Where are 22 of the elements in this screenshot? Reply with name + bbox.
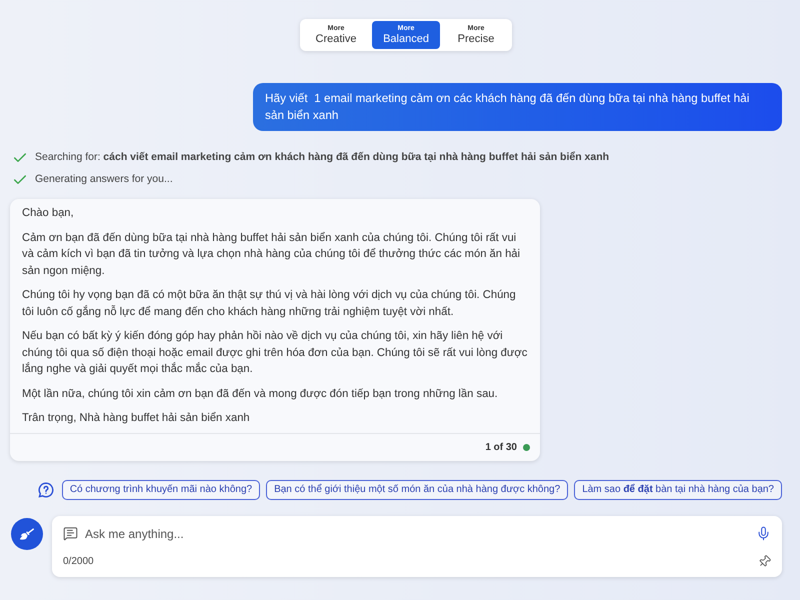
character-counter: 0/2000: [63, 554, 94, 568]
suggestion-chip[interactable]: Có chương trình khuyến mãi nào không?: [62, 480, 260, 500]
answer-paragraph: Trân trọng, Nhà hàng buffet hải sản biển xanh: [22, 411, 251, 426]
broom-icon: [20, 526, 34, 540]
chat-bubble-icon: [63, 526, 78, 541]
user-message-bubble: Hãy viết 1 email marketing cảm ơn các khách hàng đã đến dùng bữa tại nhà hàng buffet hải sản biển xanh: [253, 83, 782, 131]
answer-paragraph: Cảm ơn bạn đã đến dùng bữa tại nhà hàng buffet hải sản biển xanh của chúng tôi. Chúng tôi rất vui và cảm kích vì bạn đã tin tưởng và lựa chọn nhà hàng của chúng tôi để thưởng thức các món ăn hải sản ngon miệng.: [22, 230, 522, 278]
question-bubble-icon: [38, 482, 54, 498]
microphone-icon[interactable]: [756, 526, 771, 541]
new-topic-button[interactable]: [11, 518, 43, 550]
suggestion-chip[interactable]: Bạn có thể giới thiệu một số món ăn của nhà hàng được không?: [266, 480, 568, 500]
answer-paragraph: Một lần nữa, chúng tôi xin cảm ơn bạn đã đến và mong được đón tiếp bạn trong những lần sau.: [22, 386, 499, 402]
answer-paragraph: Chào bạn,: [22, 206, 75, 221]
status-text: Searching for: cách viết email marketing cảm ơn khách hàng đã đến dùng bữa tại nhà hàng buffet hải sản biển xanh: [35, 150, 610, 165]
chat-input-panel[interactable]: Ask me anything... 0/2000: [52, 516, 782, 576]
message-input[interactable]: Ask me anything...: [85, 524, 749, 542]
answer-paragraph: Chúng tôi hy vọng bạn đã có một bữa ăn thật sự thú vị và hài lòng với dịch vụ của chúng tôi. Chúng tôi luôn cố gắng nỗ lực để mang đến cho khách hàng những trải nghiệm tuyệt vời nhất.: [22, 288, 517, 320]
answer-paragraph: Nếu bạn có bất kỳ ý kiến đóng góp hay phản hồi nào về dịch vụ của chúng tôi, xin hãy liên hệ với chúng tôi qua số điện thoại hoặc email được ghi trên hóa đơn của bạn. Chúng tôi sẽ rất vui lòng được lắng nghe và giải quyết mọi thắc mắc của bạn.: [22, 329, 528, 377]
status-dot-icon: [523, 444, 530, 450]
page-counter: 1 of 30: [485, 440, 517, 454]
status-text: Generating answers for you...: [35, 172, 173, 187]
suggestion-chip[interactable]: Làm sao để đặt bàn tại nhà hàng của bạn?: [574, 480, 782, 500]
